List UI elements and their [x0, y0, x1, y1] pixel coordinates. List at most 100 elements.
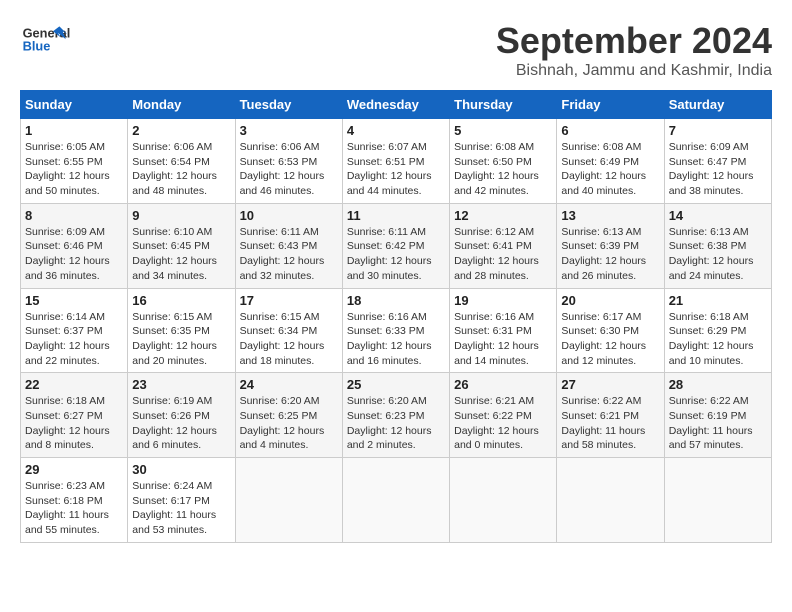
day-number: 19	[454, 293, 552, 308]
day-number: 2	[132, 123, 230, 138]
day-number: 25	[347, 377, 445, 392]
calendar-cell: 21 Sunrise: 6:18 AM Sunset: 6:29 PM Dayl…	[664, 288, 771, 373]
day-number: 21	[669, 293, 767, 308]
calendar-cell: 28 Sunrise: 6:22 AM Sunset: 6:19 PM Dayl…	[664, 373, 771, 458]
calendar-cell: 9 Sunrise: 6:10 AM Sunset: 6:45 PM Dayli…	[128, 203, 235, 288]
day-info: Sunrise: 6:16 AM Sunset: 6:33 PM Dayligh…	[347, 310, 445, 369]
day-info: Sunrise: 6:06 AM Sunset: 6:54 PM Dayligh…	[132, 140, 230, 199]
day-number: 9	[132, 208, 230, 223]
day-info: Sunrise: 6:20 AM Sunset: 6:23 PM Dayligh…	[347, 394, 445, 453]
title-area: September 2024 Bishnah, Jammu and Kashmi…	[496, 20, 772, 80]
day-info: Sunrise: 6:08 AM Sunset: 6:49 PM Dayligh…	[561, 140, 659, 199]
day-number: 18	[347, 293, 445, 308]
day-number: 28	[669, 377, 767, 392]
day-info: Sunrise: 6:14 AM Sunset: 6:37 PM Dayligh…	[25, 310, 123, 369]
day-info: Sunrise: 6:08 AM Sunset: 6:50 PM Dayligh…	[454, 140, 552, 199]
day-info: Sunrise: 6:23 AM Sunset: 6:18 PM Dayligh…	[25, 479, 123, 538]
day-number: 14	[669, 208, 767, 223]
month-title: September 2024	[496, 20, 772, 62]
calendar-cell: 16 Sunrise: 6:15 AM Sunset: 6:35 PM Dayl…	[128, 288, 235, 373]
day-number: 11	[347, 208, 445, 223]
day-info: Sunrise: 6:22 AM Sunset: 6:19 PM Dayligh…	[669, 394, 767, 453]
day-info: Sunrise: 6:13 AM Sunset: 6:39 PM Dayligh…	[561, 225, 659, 284]
day-info: Sunrise: 6:13 AM Sunset: 6:38 PM Dayligh…	[669, 225, 767, 284]
weekday-thursday: Thursday	[450, 91, 557, 119]
day-number: 10	[240, 208, 338, 223]
week-row-3: 15 Sunrise: 6:14 AM Sunset: 6:37 PM Dayl…	[21, 288, 772, 373]
week-row-2: 8 Sunrise: 6:09 AM Sunset: 6:46 PM Dayli…	[21, 203, 772, 288]
calendar-cell: 19 Sunrise: 6:16 AM Sunset: 6:31 PM Dayl…	[450, 288, 557, 373]
calendar-cell: 17 Sunrise: 6:15 AM Sunset: 6:34 PM Dayl…	[235, 288, 342, 373]
day-info: Sunrise: 6:07 AM Sunset: 6:51 PM Dayligh…	[347, 140, 445, 199]
calendar-cell: 1 Sunrise: 6:05 AM Sunset: 6:55 PM Dayli…	[21, 119, 128, 204]
calendar-cell: 11 Sunrise: 6:11 AM Sunset: 6:42 PM Dayl…	[342, 203, 449, 288]
day-number: 20	[561, 293, 659, 308]
calendar-cell: 5 Sunrise: 6:08 AM Sunset: 6:50 PM Dayli…	[450, 119, 557, 204]
day-number: 16	[132, 293, 230, 308]
day-number: 23	[132, 377, 230, 392]
day-number: 29	[25, 462, 123, 477]
day-info: Sunrise: 6:17 AM Sunset: 6:30 PM Dayligh…	[561, 310, 659, 369]
weekday-saturday: Saturday	[664, 91, 771, 119]
day-number: 27	[561, 377, 659, 392]
day-info: Sunrise: 6:12 AM Sunset: 6:41 PM Dayligh…	[454, 225, 552, 284]
calendar-cell: 2 Sunrise: 6:06 AM Sunset: 6:54 PM Dayli…	[128, 119, 235, 204]
day-info: Sunrise: 6:09 AM Sunset: 6:46 PM Dayligh…	[25, 225, 123, 284]
day-info: Sunrise: 6:09 AM Sunset: 6:47 PM Dayligh…	[669, 140, 767, 199]
day-info: Sunrise: 6:06 AM Sunset: 6:53 PM Dayligh…	[240, 140, 338, 199]
week-row-1: 1 Sunrise: 6:05 AM Sunset: 6:55 PM Dayli…	[21, 119, 772, 204]
day-number: 24	[240, 377, 338, 392]
day-number: 3	[240, 123, 338, 138]
day-number: 6	[561, 123, 659, 138]
day-number: 13	[561, 208, 659, 223]
weekday-friday: Friday	[557, 91, 664, 119]
calendar-cell: 14 Sunrise: 6:13 AM Sunset: 6:38 PM Dayl…	[664, 203, 771, 288]
calendar-cell: 12 Sunrise: 6:12 AM Sunset: 6:41 PM Dayl…	[450, 203, 557, 288]
calendar-cell: 3 Sunrise: 6:06 AM Sunset: 6:53 PM Dayli…	[235, 119, 342, 204]
day-number: 4	[347, 123, 445, 138]
day-info: Sunrise: 6:15 AM Sunset: 6:35 PM Dayligh…	[132, 310, 230, 369]
logo-icon: General Blue	[20, 20, 70, 60]
calendar-cell: 6 Sunrise: 6:08 AM Sunset: 6:49 PM Dayli…	[557, 119, 664, 204]
day-number: 8	[25, 208, 123, 223]
calendar-cell: 25 Sunrise: 6:20 AM Sunset: 6:23 PM Dayl…	[342, 373, 449, 458]
calendar-cell: 18 Sunrise: 6:16 AM Sunset: 6:33 PM Dayl…	[342, 288, 449, 373]
calendar-cell	[557, 458, 664, 543]
calendar-cell: 29 Sunrise: 6:23 AM Sunset: 6:18 PM Dayl…	[21, 458, 128, 543]
day-number: 17	[240, 293, 338, 308]
calendar-cell	[235, 458, 342, 543]
calendar-cell: 27 Sunrise: 6:22 AM Sunset: 6:21 PM Dayl…	[557, 373, 664, 458]
calendar-cell: 23 Sunrise: 6:19 AM Sunset: 6:26 PM Dayl…	[128, 373, 235, 458]
day-info: Sunrise: 6:18 AM Sunset: 6:29 PM Dayligh…	[669, 310, 767, 369]
day-info: Sunrise: 6:15 AM Sunset: 6:34 PM Dayligh…	[240, 310, 338, 369]
day-number: 26	[454, 377, 552, 392]
day-number: 30	[132, 462, 230, 477]
day-info: Sunrise: 6:11 AM Sunset: 6:42 PM Dayligh…	[347, 225, 445, 284]
day-info: Sunrise: 6:11 AM Sunset: 6:43 PM Dayligh…	[240, 225, 338, 284]
weekday-monday: Monday	[128, 91, 235, 119]
day-number: 7	[669, 123, 767, 138]
calendar-cell: 30 Sunrise: 6:24 AM Sunset: 6:17 PM Dayl…	[128, 458, 235, 543]
day-number: 15	[25, 293, 123, 308]
calendar-cell: 22 Sunrise: 6:18 AM Sunset: 6:27 PM Dayl…	[21, 373, 128, 458]
calendar-cell: 8 Sunrise: 6:09 AM Sunset: 6:46 PM Dayli…	[21, 203, 128, 288]
weekday-tuesday: Tuesday	[235, 91, 342, 119]
calendar-cell: 24 Sunrise: 6:20 AM Sunset: 6:25 PM Dayl…	[235, 373, 342, 458]
calendar-cell: 13 Sunrise: 6:13 AM Sunset: 6:39 PM Dayl…	[557, 203, 664, 288]
calendar-cell: 7 Sunrise: 6:09 AM Sunset: 6:47 PM Dayli…	[664, 119, 771, 204]
day-number: 22	[25, 377, 123, 392]
day-info: Sunrise: 6:10 AM Sunset: 6:45 PM Dayligh…	[132, 225, 230, 284]
day-number: 1	[25, 123, 123, 138]
logo: General Blue	[20, 20, 70, 60]
svg-text:Blue: Blue	[23, 38, 51, 53]
week-row-4: 22 Sunrise: 6:18 AM Sunset: 6:27 PM Dayl…	[21, 373, 772, 458]
calendar-cell: 4 Sunrise: 6:07 AM Sunset: 6:51 PM Dayli…	[342, 119, 449, 204]
day-number: 5	[454, 123, 552, 138]
weekday-sunday: Sunday	[21, 91, 128, 119]
calendar-cell	[664, 458, 771, 543]
calendar-cell	[342, 458, 449, 543]
calendar-cell: 10 Sunrise: 6:11 AM Sunset: 6:43 PM Dayl…	[235, 203, 342, 288]
location-title: Bishnah, Jammu and Kashmir, India	[496, 62, 772, 80]
weekday-wednesday: Wednesday	[342, 91, 449, 119]
day-info: Sunrise: 6:18 AM Sunset: 6:27 PM Dayligh…	[25, 394, 123, 453]
